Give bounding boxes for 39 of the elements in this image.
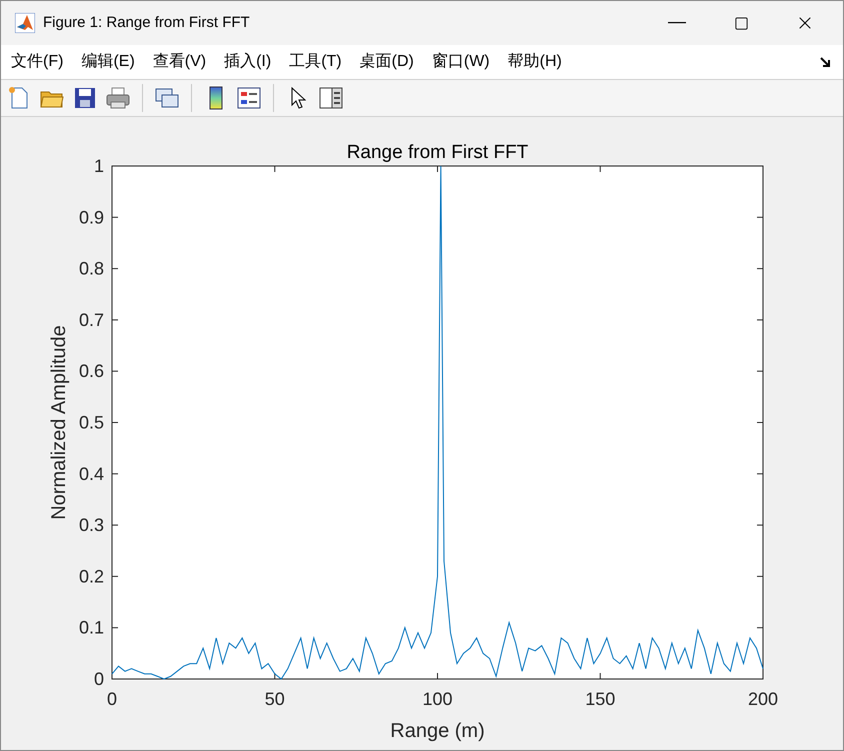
y-tick-label: 0.7 [78, 310, 104, 330]
minimize-icon [668, 22, 686, 24]
menu-item[interactable]: 工具(T) [283, 50, 348, 74]
maximize-icon [734, 16, 748, 30]
window-title: Figure 1: Range from First FFT [43, 12, 250, 33]
printer-icon [106, 87, 130, 109]
x-tick-label: 50 [264, 689, 285, 709]
x-tick-label: 200 [748, 689, 778, 709]
menu-item[interactable]: 编辑(E) [75, 50, 141, 74]
dock-arrow-icon [819, 56, 831, 68]
y-tick-label: 0.3 [78, 515, 104, 536]
x-axis-label: Range (m) [390, 720, 485, 742]
panel-icon [319, 87, 343, 109]
y-tick-label: 0.4 [78, 464, 104, 484]
y-tick-label: 0.5 [78, 412, 104, 432]
y-tick-label: 0.8 [78, 258, 104, 279]
page-icon [8, 86, 30, 110]
menu-item[interactable]: 插入(I) [218, 50, 278, 74]
menu-item[interactable]: 桌面(D) [354, 50, 420, 74]
y-tick-label: 0.2 [78, 566, 104, 586]
chart-title: Range from First FFT [346, 142, 528, 163]
x-tick-label: 0 [107, 689, 117, 709]
menu-item[interactable]: 查看(V) [146, 50, 212, 74]
menu-item[interactable]: 帮助(H) [502, 50, 568, 74]
matlab-logo-icon [15, 13, 35, 33]
x-tick-label: 150 [585, 689, 616, 709]
cursor-arrow-icon [290, 87, 306, 109]
y-axis-label: Normalized Amplitude [48, 325, 70, 520]
y-tick-label: 1 [94, 156, 104, 176]
menu-item[interactable]: 文件(F) [5, 50, 70, 74]
colorbar-icon [208, 86, 224, 110]
y-tick-label: 0.1 [78, 618, 104, 638]
x-tick-label: 100 [422, 689, 453, 709]
y-tick-label: 0 [94, 669, 104, 689]
legend-icon [237, 87, 261, 109]
linked-windows-icon [155, 87, 179, 109]
y-tick-label: 0.9 [78, 207, 104, 228]
y-tick-label: 0.6 [78, 361, 104, 382]
menu-item[interactable]: 窗口(W) [426, 50, 496, 74]
